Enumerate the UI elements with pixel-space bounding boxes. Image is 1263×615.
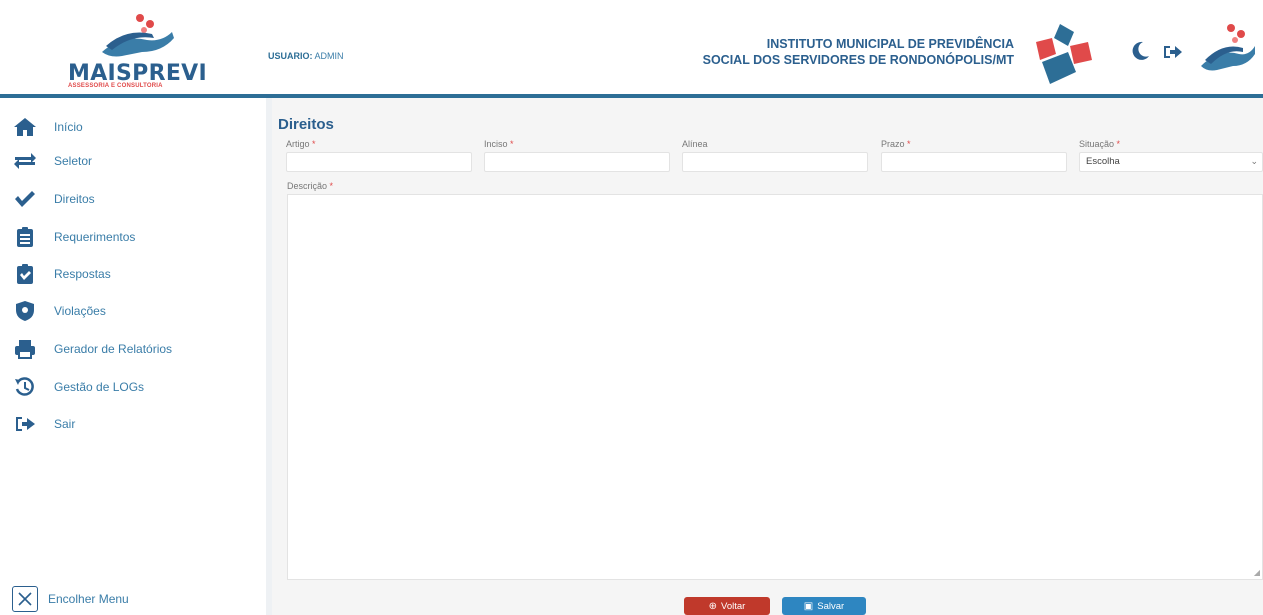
inciso-field[interactable] bbox=[484, 152, 670, 172]
user-label: USUARIO: bbox=[268, 51, 313, 61]
sidebar-item-label: Seletor bbox=[54, 154, 93, 168]
required-marker: * bbox=[907, 139, 911, 149]
clipboard-list-icon bbox=[12, 226, 38, 248]
moon-icon[interactable] bbox=[1129, 40, 1151, 62]
sidebar-item-requerimentos[interactable]: Requerimentos bbox=[12, 224, 135, 250]
artigo-label-text: Artigo bbox=[286, 139, 310, 149]
sign-out-icon bbox=[12, 413, 38, 435]
salvar-button[interactable]: ▣ Salvar bbox=[782, 597, 866, 615]
prazo-label: Prazo * bbox=[881, 139, 911, 149]
sidebar: Início Seletor Direitos Requerimentos Re… bbox=[0, 98, 266, 615]
sidebar-item-label: Requerimentos bbox=[54, 230, 136, 244]
resize-handle-icon[interactable]: ◢ bbox=[1254, 568, 1260, 577]
institution-line2: SOCIAL DOS SERVIDORES DE RONDONÓPOLIS/MT bbox=[702, 53, 1014, 67]
logo-hand-icon bbox=[102, 14, 174, 57]
prazo-field[interactable] bbox=[881, 152, 1067, 172]
required-marker: * bbox=[1116, 139, 1121, 149]
sidebar-item-label: Direitos bbox=[54, 192, 95, 206]
sidebar-item-inicio[interactable]: Início bbox=[12, 114, 83, 140]
sidebar-item-label: Sair bbox=[54, 417, 76, 431]
user-value: ADMIN bbox=[314, 51, 344, 61]
salvar-label: Salvar bbox=[817, 600, 845, 612]
situacao-label: Situação * bbox=[1079, 139, 1120, 149]
hand-logo-icon bbox=[1201, 24, 1255, 71]
app-header: MAISPREVI ASSESSORIA E CONSULTORIA USUAR… bbox=[0, 0, 1263, 98]
sidebar-item-label: Gerador de Relatórios bbox=[54, 342, 173, 356]
alinea-label-text: Alínea bbox=[682, 139, 708, 149]
descricao-textarea[interactable]: ◢ bbox=[287, 194, 1263, 580]
alinea-label: Alínea bbox=[682, 139, 708, 149]
collapse-menu-label: Encolher Menu bbox=[48, 592, 129, 606]
required-marker: * bbox=[510, 139, 514, 149]
sidebar-item-label: Respostas bbox=[54, 267, 111, 281]
check-icon bbox=[12, 188, 38, 210]
close-icon bbox=[12, 586, 38, 612]
main-content: Direitos Artigo * Inciso * Alínea Prazo … bbox=[272, 98, 1263, 615]
back-circle-icon: ⊕ bbox=[708, 600, 718, 612]
artigo-label: Artigo * bbox=[286, 139, 316, 149]
institution-line1: INSTITUTO MUNICIPAL DE PREVIDÊNCIA bbox=[766, 37, 1014, 51]
logout-icon[interactable] bbox=[1162, 42, 1184, 62]
clipboard-check-icon bbox=[12, 263, 38, 285]
maisprevi-logo: MAISPREVI ASSESSORIA E CONSULTORIA bbox=[62, 12, 212, 92]
sidebar-item-label: Início bbox=[54, 120, 83, 134]
save-icon: ▣ bbox=[803, 600, 814, 612]
sidebar-item-respostas[interactable]: Respostas bbox=[12, 261, 111, 287]
sidebar-item-seletor[interactable]: Seletor bbox=[12, 148, 92, 174]
printer-icon bbox=[12, 338, 38, 360]
inciso-label-text: Inciso bbox=[484, 139, 508, 149]
sidebar-item-direitos[interactable]: Direitos bbox=[12, 186, 95, 212]
collapse-menu-button[interactable]: Encolher Menu bbox=[12, 586, 129, 612]
situacao-label-text: Situação bbox=[1079, 139, 1115, 149]
sidebar-item-label: Violações bbox=[54, 304, 106, 318]
emblem-icon bbox=[1036, 24, 1092, 84]
required-marker: * bbox=[312, 139, 316, 149]
shield-icon bbox=[12, 300, 38, 322]
sidebar-item-label: Gestão de LOGs bbox=[54, 380, 145, 394]
home-icon bbox=[12, 116, 38, 138]
sidebar-item-gerador-relatorios[interactable]: Gerador de Relatórios bbox=[12, 336, 172, 362]
logo-subtitle: ASSESSORIA E CONSULTORIA bbox=[68, 83, 163, 89]
swap-arrows-icon bbox=[12, 150, 38, 172]
voltar-button[interactable]: ⊕ Voltar bbox=[684, 597, 770, 615]
page-title: Direitos bbox=[278, 116, 334, 133]
history-icon bbox=[12, 376, 38, 398]
situacao-selected-value: Escolha bbox=[1086, 156, 1120, 167]
artigo-field[interactable] bbox=[286, 152, 472, 172]
chevron-down-icon: ⌄ bbox=[1250, 156, 1258, 166]
sidebar-item-violacoes[interactable]: Violações bbox=[12, 298, 106, 324]
current-user: USUARIO: ADMIN bbox=[268, 51, 344, 61]
inciso-label: Inciso * bbox=[484, 139, 514, 149]
descricao-label: Descrição * bbox=[287, 181, 333, 191]
institution-name: INSTITUTO MUNICIPAL DE PREVIDÊNCIA SOCIA… bbox=[703, 36, 1014, 68]
required-marker: * bbox=[329, 181, 334, 191]
voltar-label: Voltar bbox=[721, 600, 746, 612]
descricao-label-text: Descrição bbox=[287, 181, 328, 191]
alinea-field[interactable] bbox=[682, 152, 868, 172]
sidebar-item-sair[interactable]: Sair bbox=[12, 411, 75, 437]
sidebar-item-gestao-logs[interactable]: Gestão de LOGs bbox=[12, 374, 144, 400]
situacao-select[interactable]: Escolha ⌄ bbox=[1079, 152, 1263, 172]
prazo-label-text: Prazo bbox=[881, 139, 905, 149]
